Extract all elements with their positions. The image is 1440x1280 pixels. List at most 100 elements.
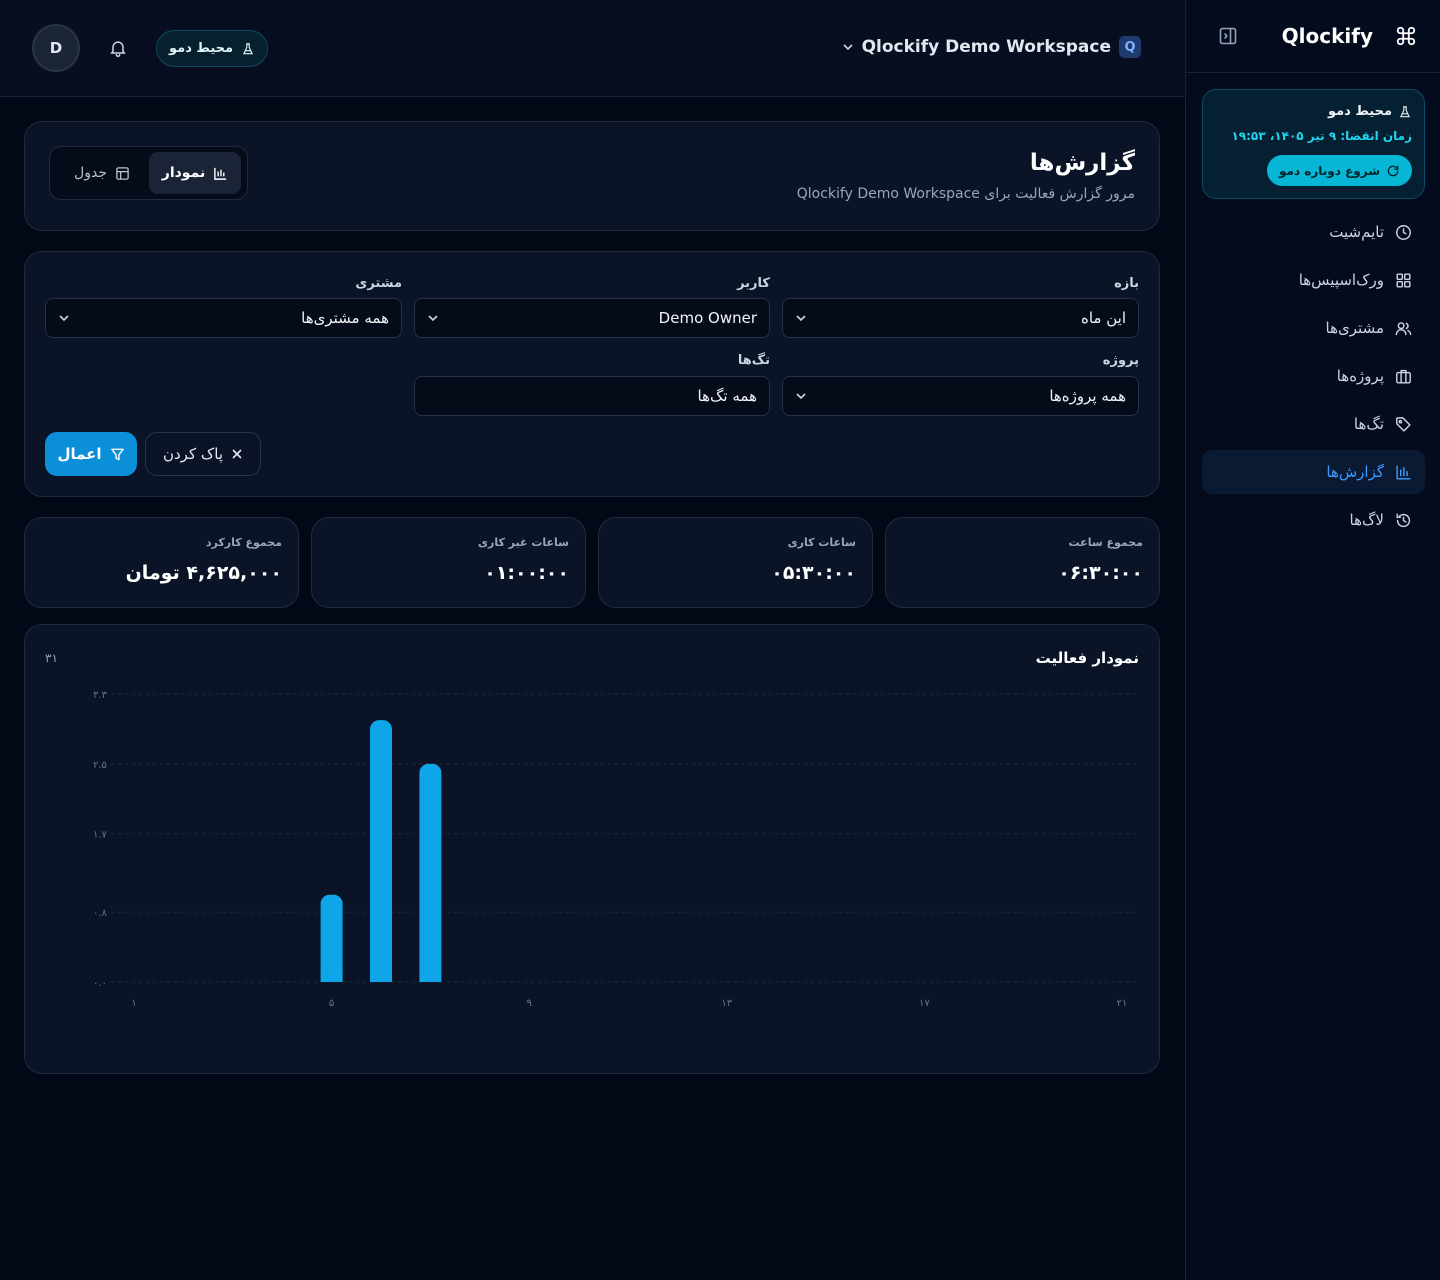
grid-icon	[1394, 271, 1413, 290]
user-value: Demo Owner	[658, 309, 757, 327]
tags-label: تگ‌ها	[737, 353, 770, 368]
activity-chart-card: نمودار فعالیت ۳۱ ۰.۰ ۰.۸ ۱.۷ ۲.۵ ۳.۳ ۱ ۵ ۹ ۱۳ ۱۷ ۲…	[24, 624, 1160, 1074]
tags-select[interactable]: همه تگ‌ها	[414, 376, 770, 416]
sidebar-item-label: ورک‌اسپیس‌ها	[1298, 271, 1384, 289]
workspace-switcher[interactable]: Qlockify Demo Workspace Q	[842, 36, 1141, 58]
sidebar-item-1[interactable]: ورک‌اسپیس‌ها	[1202, 258, 1425, 302]
stat-value: ۴,۶۲۵,۰۰۰ تومان	[125, 562, 282, 584]
user-select[interactable]: Demo Owner	[414, 298, 770, 338]
stat-value: ۰۱:۰۰:۰۰	[484, 562, 569, 584]
y-tick-label: ۱.۷	[93, 830, 108, 841]
view-table-button[interactable]: جدول	[56, 152, 148, 194]
x-tick-label: ۱۳	[721, 998, 732, 1009]
sidebar-item-label: گزارش‌ها	[1326, 463, 1384, 481]
stat-label: ساعات کاری	[787, 536, 856, 549]
view-toggle: نمودار جدول	[49, 146, 248, 200]
x-tick-label: ۱	[131, 998, 136, 1009]
chart-bar-base	[320, 973, 343, 982]
workspace-name: Qlockify Demo Workspace	[861, 37, 1111, 57]
top-header: D محیط دمو Qlockify Demo Workspace Q	[0, 0, 1185, 97]
stat-value: ۰۶:۳۰:۰۰	[1058, 562, 1143, 584]
collapse-sidebar-icon[interactable]	[1218, 26, 1238, 46]
stat-total-hours: مجموع ساعت ۰۶:۳۰:۰۰	[885, 517, 1160, 608]
sidebar-item-label: تگ‌ها	[1353, 415, 1384, 433]
x-tick-label: ۵	[329, 998, 334, 1009]
range-label: بازه	[1114, 276, 1139, 291]
view-table-label: جدول	[74, 165, 107, 181]
view-chart-button[interactable]: نمودار	[149, 152, 241, 194]
sidebar-item-2[interactable]: مشتری‌ها	[1202, 306, 1425, 350]
chevron-down-icon	[795, 390, 807, 402]
activity-chart: ۰.۰ ۰.۸ ۱.۷ ۲.۵ ۳.۳ ۱ ۵ ۹ ۱۳ ۱۷ ۲۱	[93, 690, 1137, 1009]
page-subtitle: مرور گزارش فعالیت برای Qlockify Demo Wor…	[796, 186, 1135, 202]
sidebar-item-3[interactable]: پروژه‌ها	[1202, 354, 1425, 398]
clear-button[interactable]: پاک کردن	[145, 432, 261, 476]
demo-pill-label: محیط دمو	[169, 41, 234, 56]
chevron-down-icon	[427, 312, 439, 324]
user-label: کاربر	[737, 276, 770, 291]
apply-button[interactable]: اعمال	[45, 432, 137, 476]
sidebar-item-5[interactable]: گزارش‌ها	[1202, 450, 1425, 494]
sidebar-item-label: لاگ‌ها	[1349, 511, 1384, 529]
chart-bar	[370, 720, 392, 982]
sidebar-item-6[interactable]: لاگ‌ها	[1202, 498, 1425, 542]
apply-label: اعمال	[57, 445, 102, 463]
workspace-badge: Q	[1119, 36, 1141, 58]
clear-label: پاک کردن	[162, 445, 224, 463]
restart-demo-label: شروع دوباره دمو	[1278, 163, 1380, 178]
y-tick-label: ۳.۳	[93, 690, 108, 701]
restart-demo-button[interactable]: شروع دوباره دمو	[1266, 155, 1412, 186]
demo-title: محیط دمو	[1327, 104, 1392, 119]
demo-card: محیط دمو زمان انقضا: ۹ تیر ۱۴۰۵، ۱۹:۵۳ ش…	[1202, 89, 1425, 199]
project-value: همه پروژه‌ها	[1049, 387, 1126, 405]
demo-pill[interactable]: محیط دمو	[156, 30, 269, 67]
range-value: این ماه	[1081, 309, 1126, 327]
stat-nonwork-hours: ساعات غیر کاری ۰۱:۰۰:۰۰	[311, 517, 586, 608]
x-tick-label: ۹	[527, 998, 532, 1009]
stat-work-hours: ساعات کاری ۰۵:۳۰:۰۰	[598, 517, 873, 608]
chart-bar-base	[370, 973, 392, 982]
sidebar-item-label: پروژه‌ها	[1336, 367, 1384, 385]
x-tick-label: ۲۱	[1117, 998, 1128, 1009]
view-chart-label: نمودار	[161, 165, 206, 181]
stat-label: ساعات غیر کاری	[477, 536, 569, 549]
client-value: همه مشتری‌ها	[301, 309, 389, 327]
sidebar-item-label: تایم‌شیت	[1329, 223, 1384, 241]
tags-value: همه تگ‌ها	[697, 387, 757, 405]
bell-icon[interactable]	[108, 38, 128, 58]
demo-expire-text: زمان انقضا: ۹ تیر ۱۴۰۵، ۱۹:۵۳	[1231, 129, 1412, 143]
stat-label: مجموع کارکرد	[205, 536, 282, 549]
client-label: مشتری	[355, 276, 402, 291]
stat-label: مجموع ساعت	[1068, 536, 1143, 549]
chart-bar	[320, 894, 343, 982]
refresh-icon	[1386, 164, 1400, 178]
chevron-down-icon	[795, 312, 807, 324]
chevron-down-icon	[58, 312, 70, 324]
filter-icon	[110, 447, 125, 462]
avatar[interactable]: D	[32, 24, 80, 72]
close-icon	[231, 448, 243, 460]
sidebar-item-0[interactable]: تایم‌شیت	[1202, 210, 1425, 254]
stat-value: ۰۵:۳۰:۰۰	[771, 562, 856, 584]
tag-icon	[1394, 415, 1413, 434]
page-title: گزارش‌ها	[1029, 150, 1135, 176]
range-select[interactable]: این ماه	[782, 298, 1139, 338]
history-icon	[1394, 511, 1413, 530]
briefcase-icon	[1394, 367, 1413, 386]
chart-bar	[419, 763, 442, 982]
x-tick-label: ۱۷	[919, 998, 930, 1009]
flask-icon	[1398, 105, 1412, 119]
y-tick-label: ۰.۸	[93, 908, 108, 919]
sidebar-item-4[interactable]: تگ‌ها	[1202, 402, 1425, 446]
stat-total-earnings: مجموع کارکرد ۴,۶۲۵,۰۰۰ تومان	[24, 517, 299, 608]
table-icon	[115, 166, 130, 181]
sidebar-item-label: مشتری‌ها	[1325, 319, 1384, 337]
flask-icon	[241, 42, 255, 56]
clock-icon	[1394, 223, 1413, 242]
brand-row: Qlockify	[1186, 0, 1440, 73]
y-tick-label: ۰.۰	[93, 978, 107, 989]
client-select[interactable]: همه مشتری‌ها	[45, 298, 402, 338]
bar-chart-icon	[1394, 463, 1413, 482]
brand-name[interactable]: Qlockify	[1282, 24, 1373, 48]
project-select[interactable]: همه پروژه‌ها	[782, 376, 1139, 416]
